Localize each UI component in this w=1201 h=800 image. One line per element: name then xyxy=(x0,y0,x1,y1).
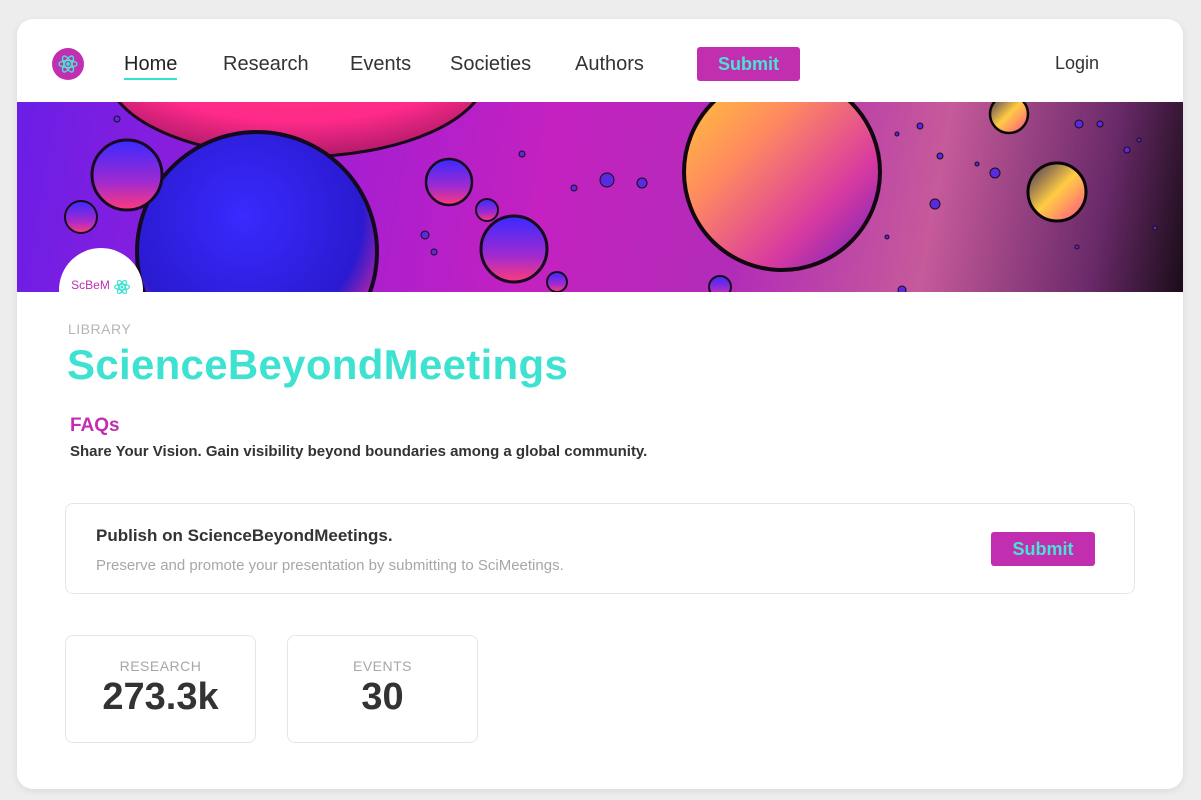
publish-card-subtitle: Preserve and promote your presentation b… xyxy=(96,557,564,574)
nav-societies[interactable]: Societies xyxy=(450,52,531,76)
nav-submit-button[interactable]: Submit xyxy=(697,47,800,81)
atom-icon xyxy=(58,55,78,73)
stat-value: 273.3k xyxy=(102,676,219,718)
publish-card: Publish on ScienceBeyondMeetings. Preser… xyxy=(65,503,1135,594)
nav-research[interactable]: Research xyxy=(223,52,309,76)
publish-card-title: Publish on ScienceBeyondMeetings. xyxy=(96,526,393,545)
nav-events[interactable]: Events xyxy=(350,52,411,76)
nav-authors[interactable]: Authors xyxy=(575,52,644,76)
top-nav: Home Research Events Societies Authors S… xyxy=(17,19,1183,102)
stat-label: EVENTS xyxy=(352,658,412,674)
logo-atom-icon[interactable] xyxy=(52,48,84,80)
stat-card-research[interactable]: RESEARCH 273.3k xyxy=(65,635,256,743)
app-window: Home Research Events Societies Authors S… xyxy=(17,19,1183,789)
society-badge: ScBeM xyxy=(59,248,143,332)
bubbles-artwork xyxy=(64,102,1158,292)
badge-atom-icon xyxy=(113,278,131,301)
login-link[interactable]: Login xyxy=(1055,53,1099,74)
faqs-link[interactable]: FAQs xyxy=(70,415,120,437)
nav-home[interactable]: Home xyxy=(124,52,178,80)
page-eyebrow: LIBRARY xyxy=(68,321,132,337)
tagline: Share Your Vision. Gain visibility beyon… xyxy=(70,443,648,460)
stat-label: RESEARCH xyxy=(119,658,202,674)
badge-label: ScBeM xyxy=(71,278,110,292)
page-title: ScienceBeyondMeetings xyxy=(67,341,569,388)
publish-submit-button[interactable]: Submit xyxy=(991,532,1095,566)
stat-card-events[interactable]: EVENTS 30 xyxy=(287,635,478,743)
hero-banner-image xyxy=(17,102,1183,292)
stat-value: 30 xyxy=(361,676,404,718)
